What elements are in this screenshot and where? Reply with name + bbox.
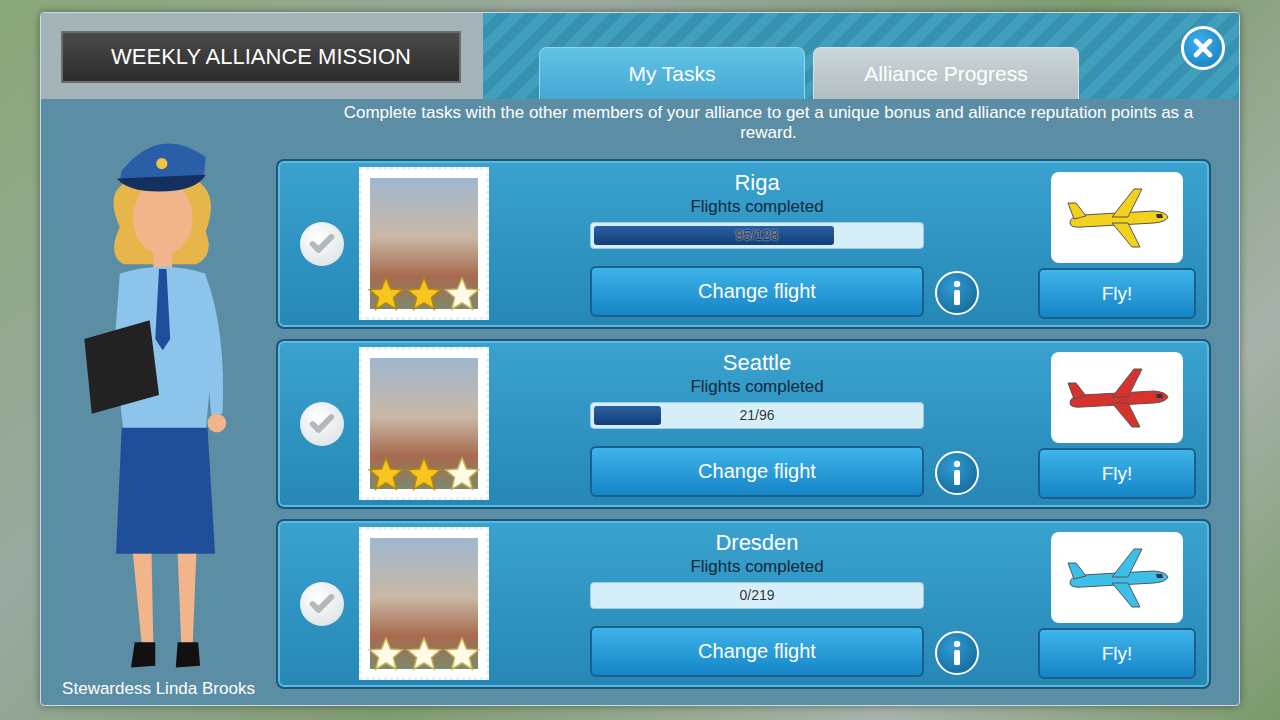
dialog-header: WEEKLY ALLIANCE MISSION My TasksAlliance …	[41, 13, 1239, 99]
task-info: SeattleFlights completed 21/96 Change flig…	[590, 341, 924, 507]
star-icon	[444, 277, 480, 311]
check-icon	[308, 590, 336, 618]
star-icon	[368, 637, 404, 671]
dialog-title: WEEKLY ALLIANCE MISSION	[61, 31, 461, 83]
info-button[interactable]	[935, 271, 979, 315]
progress-caption: Flights completed	[590, 196, 924, 218]
progress-bar: 95/128	[590, 222, 924, 249]
change-flight-button[interactable]: Change flight	[590, 626, 924, 677]
progress-text: 95/128	[591, 223, 923, 248]
task-info: RigaFlights completed 95/128 Change flight	[590, 161, 924, 327]
star-rating	[368, 637, 480, 671]
info-icon	[949, 280, 965, 306]
airplane-icon	[1062, 543, 1172, 613]
airplane-icon	[1062, 183, 1172, 253]
progress-caption: Flights completed	[590, 556, 924, 578]
mission-description: Complete tasks with the other members of…	[276, 103, 1211, 149]
city-name: Seattle	[590, 350, 924, 376]
city-stamp	[359, 167, 489, 320]
star-icon	[406, 457, 442, 491]
task-row: SeattleFlights completed 21/96 Change flig…	[276, 339, 1211, 509]
star-rating	[368, 457, 480, 491]
info-button[interactable]	[935, 451, 979, 495]
fly-button[interactable]: Fly!	[1038, 628, 1196, 679]
alliance-mission-dialog: WEEKLY ALLIANCE MISSION My TasksAlliance …	[40, 12, 1240, 706]
star-icon	[444, 637, 480, 671]
star-icon	[444, 457, 480, 491]
task-row: DresdenFlights completed 0/219 Change flig…	[276, 519, 1211, 689]
task-info: DresdenFlights completed 0/219 Change flig…	[590, 521, 924, 687]
city-name: Riga	[590, 170, 924, 196]
star-icon	[368, 277, 404, 311]
plane-card	[1051, 352, 1183, 443]
city-name: Dresden	[590, 530, 924, 556]
star-icon	[406, 277, 442, 311]
progress-text: 0/219	[591, 583, 923, 608]
flight-column: Fly!	[1038, 341, 1196, 507]
tab-strip: My TasksAlliance Progress	[483, 13, 1239, 99]
check-icon	[308, 230, 336, 258]
check-icon	[308, 410, 336, 438]
star-icon	[368, 457, 404, 491]
plane-card	[1051, 532, 1183, 623]
info-icon	[949, 640, 965, 666]
task-row: RigaFlights completed 95/128 Change flight…	[276, 159, 1211, 329]
city-stamp	[359, 527, 489, 680]
tab[interactable]: Alliance Progress	[813, 47, 1079, 99]
task-check[interactable]	[300, 222, 344, 266]
tasks-content: Complete tasks with the other members of…	[276, 99, 1239, 705]
airplane-icon	[1062, 363, 1172, 433]
close-icon	[1189, 34, 1217, 62]
game-background: WEEKLY ALLIANCE MISSION My TasksAlliance …	[0, 0, 1280, 720]
flight-column: Fly!	[1038, 521, 1196, 687]
task-check[interactable]	[300, 402, 344, 446]
fly-button[interactable]: Fly!	[1038, 268, 1196, 319]
change-flight-button[interactable]: Change flight	[590, 266, 924, 317]
info-button[interactable]	[935, 631, 979, 675]
info-icon	[949, 460, 965, 486]
progress-caption: Flights completed	[590, 376, 924, 398]
fly-button[interactable]: Fly!	[1038, 448, 1196, 499]
character-panel: Stewardess Linda Brooks	[41, 99, 276, 705]
progress-fill	[594, 226, 834, 245]
star-icon	[406, 637, 442, 671]
progress-fill	[594, 406, 661, 425]
close-button[interactable]	[1181, 26, 1225, 70]
progress-text: 21/96	[591, 403, 923, 428]
star-rating	[368, 277, 480, 311]
city-stamp	[359, 347, 489, 500]
progress-bar: 21/96	[590, 402, 924, 429]
task-check[interactable]	[300, 582, 344, 626]
stewardess-icon	[59, 115, 259, 675]
plane-card	[1051, 172, 1183, 263]
character-name: Stewardess Linda Brooks	[62, 679, 255, 699]
title-area: WEEKLY ALLIANCE MISSION	[41, 13, 483, 99]
progress-bar: 0/219	[590, 582, 924, 609]
tab[interactable]: My Tasks	[539, 47, 805, 99]
change-flight-button[interactable]: Change flight	[590, 446, 924, 497]
flight-column: Fly!	[1038, 161, 1196, 327]
dialog-body: Stewardess Linda Brooks Complete tasks wi…	[41, 99, 1239, 705]
